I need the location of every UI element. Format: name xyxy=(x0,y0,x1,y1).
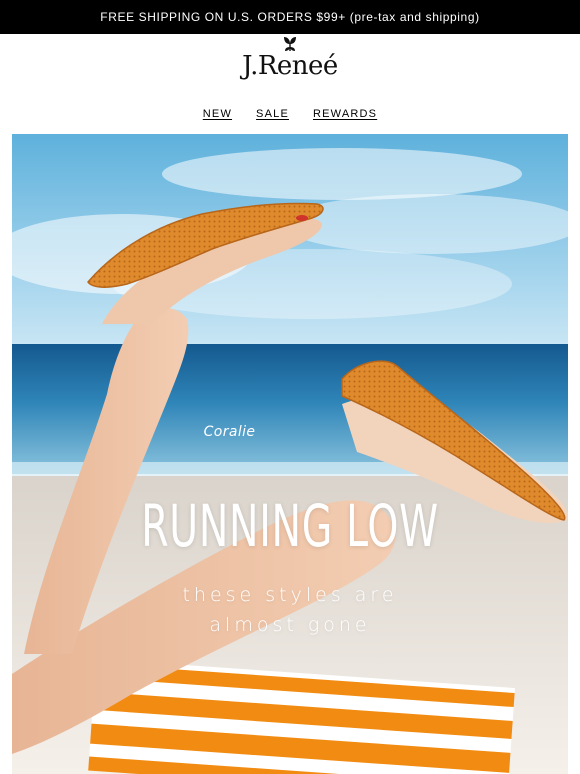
promo-text: FREE SHIPPING ON U.S. ORDERS $99+ (pre-t… xyxy=(100,10,480,24)
hero-headline: RUNNING LOW xyxy=(141,492,439,560)
nav-item-rewards[interactable]: REWARDS xyxy=(313,108,377,124)
product-caption: Coralie xyxy=(203,424,256,440)
main-nav: NEW SALE REWARDS xyxy=(0,108,580,124)
hero-banner[interactable]: Coralie RUNNING LOW these styles are alm… xyxy=(12,134,568,774)
hero-subline-line-2: almost gone xyxy=(209,614,371,636)
hero-beach-image xyxy=(12,134,568,774)
hero-subline: these styles are almost gone xyxy=(12,580,568,640)
brand-name: J.Reneé xyxy=(242,51,338,81)
promo-banner[interactable]: FREE SHIPPING ON U.S. ORDERS $99+ (pre-t… xyxy=(0,0,580,34)
brand-logo[interactable]: J.Reneé xyxy=(0,36,580,88)
hero-subline-line-1: these styles are xyxy=(182,584,398,606)
nav-item-sale[interactable]: SALE xyxy=(256,108,289,124)
leaf-sprout-icon xyxy=(284,37,296,51)
nav-item-new[interactable]: NEW xyxy=(203,108,232,124)
